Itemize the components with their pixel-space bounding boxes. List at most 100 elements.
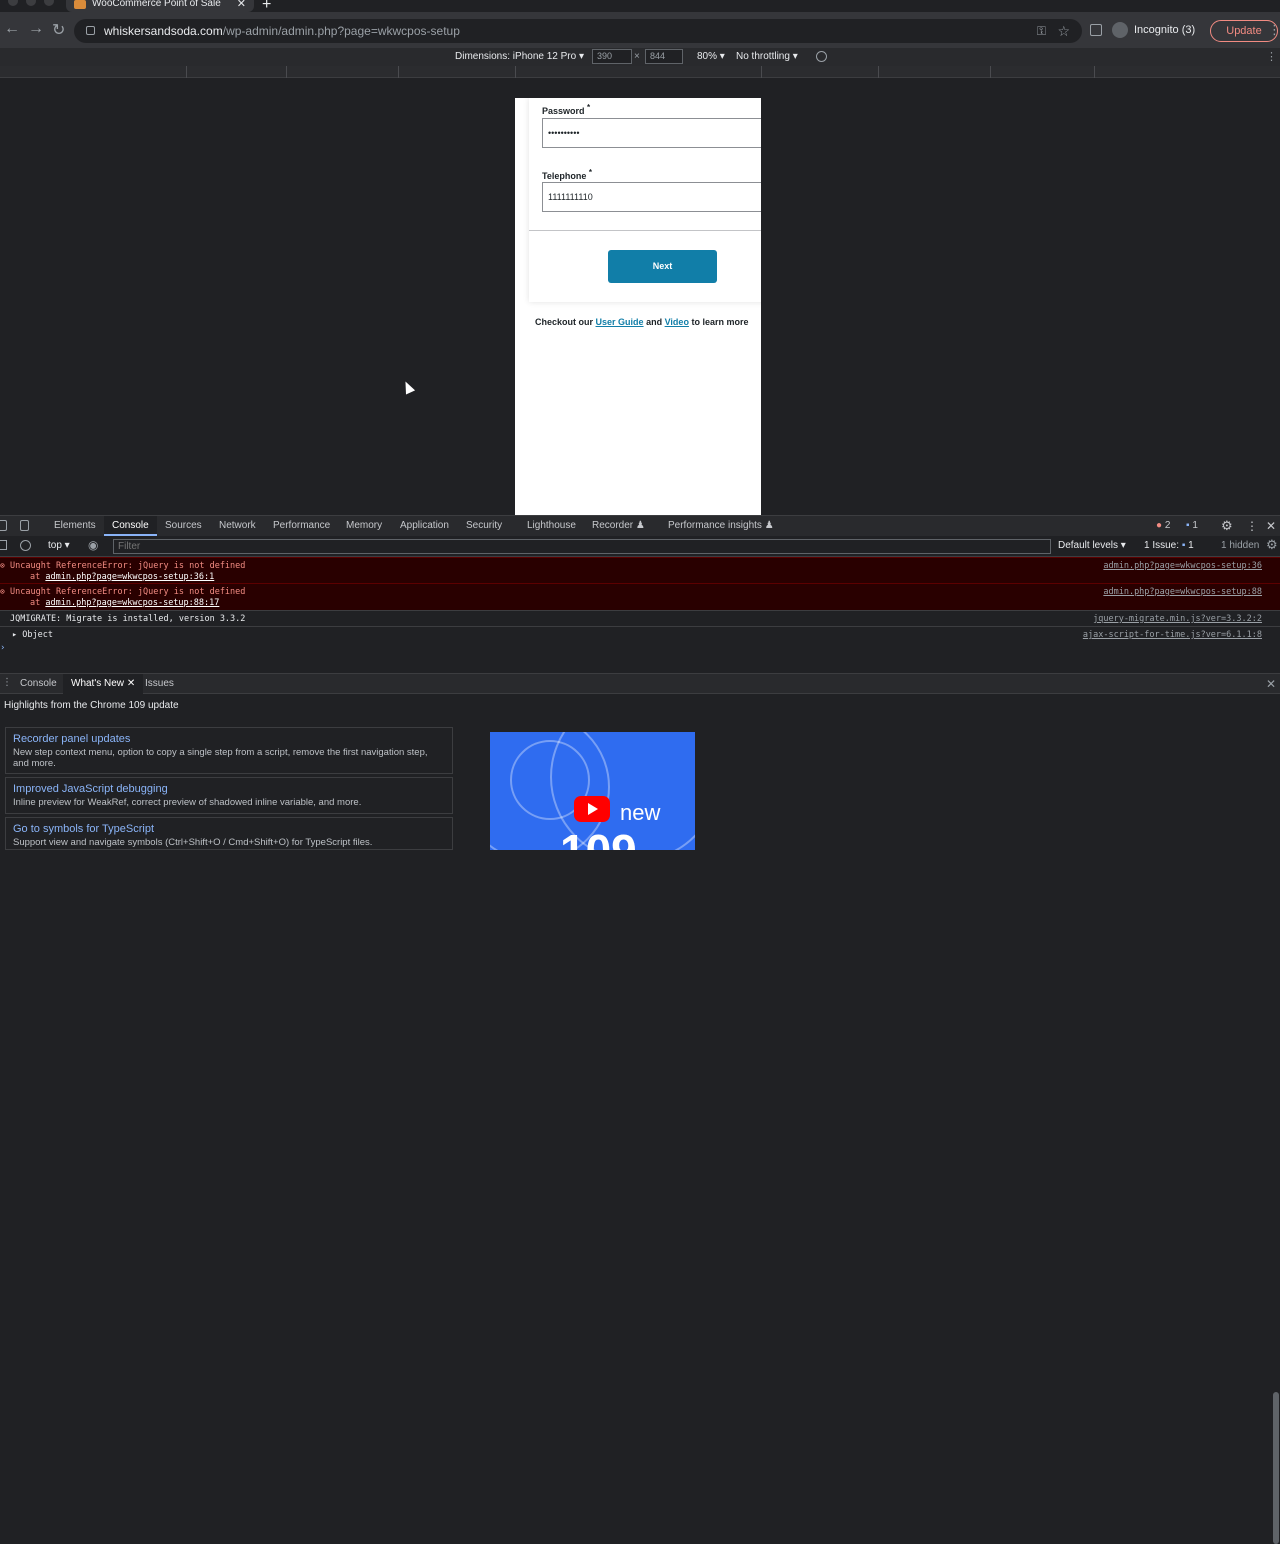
tab-sources[interactable]: Sources: [157, 516, 210, 536]
settings-gear-icon[interactable]: ⚙: [1221, 516, 1233, 536]
console-settings-icon[interactable]: ⚙: [1266, 537, 1278, 553]
throttling-label: No throttling: [736, 51, 790, 62]
tab-lighthouse[interactable]: Lighthouse: [519, 516, 584, 536]
user-guide-link[interactable]: User Guide: [596, 317, 644, 327]
whats-new-card[interactable]: Recorder panel updates New step context …: [5, 727, 453, 774]
video-link[interactable]: Video: [665, 317, 689, 327]
error-count-badge[interactable]: ● 2: [1156, 516, 1170, 536]
forward-icon[interactable]: →: [28, 20, 44, 38]
password-input[interactable]: ••••••••••: [542, 118, 761, 148]
tab-security[interactable]: Security: [458, 516, 510, 536]
error-icon: ●: [1156, 520, 1163, 531]
whats-new-title: Highlights from the Chrome 109 update: [4, 700, 179, 711]
throttling-select[interactable]: No throttling ▾: [736, 51, 798, 62]
key-icon[interactable]: ⚿: [1037, 19, 1046, 43]
rotate-icon[interactable]: [816, 51, 827, 62]
tab-elements[interactable]: Elements: [46, 516, 104, 536]
drawer-scrollbar[interactable]: [1273, 1392, 1279, 1544]
card-description: Support view and navigate symbols (Ctrl+…: [13, 837, 373, 848]
chrome-109-video-thumbnail[interactable]: new 109: [490, 732, 695, 850]
source-link[interactable]: admin.php?page=wkwcpos-setup:88: [1103, 587, 1262, 597]
context-select[interactable]: top ▾: [48, 540, 70, 551]
tab-console[interactable]: Console: [104, 516, 157, 536]
device-toolbar: Dimensions: iPhone 12 Pro ▾ 390 × 844 80…: [0, 48, 1280, 66]
tab-network[interactable]: Network: [211, 516, 264, 536]
tab-title: WooCommerce Point of Sale: [92, 0, 221, 9]
source-link[interactable]: jquery-migrate.min.js?ver=3.3.2:2: [1093, 614, 1262, 624]
close-devtools-icon[interactable]: ✕: [1266, 516, 1276, 536]
eye-icon[interactable]: ◉: [88, 538, 98, 552]
whats-new-card[interactable]: Go to symbols for TypeScript Support vie…: [5, 817, 453, 850]
log-levels-select[interactable]: Default levels ▾: [1058, 540, 1126, 551]
side-panel-icon[interactable]: [1090, 24, 1102, 36]
drawer-tab-issues[interactable]: Issues: [137, 674, 182, 694]
drawer-tabbar: ⋮ Console What's New ✕ Issues ✕: [0, 673, 1280, 694]
drawer-tab-whats-new[interactable]: What's New ✕: [63, 674, 144, 694]
tab-performance-insights[interactable]: Performance insights ♟: [660, 516, 782, 536]
card-title[interactable]: Improved JavaScript debugging: [13, 783, 445, 795]
source-link[interactable]: admin.php?page=wkwcpos-setup:36: [1103, 561, 1262, 571]
device-toggle-icon[interactable]: [20, 520, 29, 531]
lock-icon[interactable]: [86, 26, 95, 35]
device-toolbar-menu-icon[interactable]: ⋮: [1266, 50, 1277, 63]
console-log-row[interactable]: ▸ Object ajax-script-for-time.js?ver=6.1…: [0, 626, 1280, 642]
whats-new-card[interactable]: Improved JavaScript debugging Inline pre…: [5, 777, 453, 814]
bookmark-star-icon[interactable]: ☆: [1057, 19, 1070, 43]
tab-recorder[interactable]: Recorder ♟: [584, 516, 653, 536]
reload-icon[interactable]: ↻: [52, 20, 65, 40]
card-description: New step context menu, option to copy a …: [13, 747, 428, 769]
incognito-avatar-icon: [1112, 22, 1128, 38]
promo-version-number: 109: [560, 824, 637, 850]
drawer-tab-console[interactable]: Console: [12, 674, 65, 694]
address-bar[interactable]: whiskersandsoda.com/wp-admin/admin.php?p…: [74, 19, 1082, 43]
card-description: Inline preview for WeakRef, correct prev…: [13, 797, 362, 808]
dimensions-label: Dimensions: iPhone 12 Pro: [455, 51, 577, 62]
device-width-input[interactable]: 390: [592, 49, 632, 64]
times-icon: ×: [634, 51, 640, 62]
incognito-indicator[interactable]: Incognito (3): [1112, 22, 1195, 38]
console-prompt-icon[interactable]: ›: [0, 643, 5, 653]
telephone-input[interactable]: 1111111110: [542, 182, 761, 212]
message-count-badge[interactable]: ▪ 1: [1186, 516, 1198, 536]
error-icon: ⊗: [0, 587, 5, 596]
source-link[interactable]: ajax-script-for-time.js?ver=6.1.1:8: [1083, 630, 1262, 640]
console-output: ⊗ Uncaught ReferenceError: jQuery is not…: [0, 557, 1280, 673]
message-icon: ▪: [1186, 520, 1190, 531]
stack-link[interactable]: admin.php?page=wkwcpos-setup:88:17: [45, 598, 219, 608]
card-title[interactable]: Recorder panel updates: [13, 733, 445, 745]
incognito-label: Incognito (3): [1134, 24, 1196, 36]
password-label: Password *: [542, 103, 591, 116]
media-query-ruler[interactable]: [0, 66, 1280, 78]
youtube-play-icon[interactable]: [574, 796, 610, 822]
form-divider: [529, 230, 761, 231]
dimensions-select[interactable]: Dimensions: iPhone 12 Pro ▾: [455, 51, 584, 62]
device-height-input[interactable]: 844: [645, 49, 683, 64]
devtools-menu-icon[interactable]: ⋮: [1246, 516, 1258, 536]
back-icon[interactable]: ←: [4, 20, 20, 38]
telephone-label: Telephone *: [542, 168, 592, 181]
issues-button[interactable]: 1 Issue: ▪ 1: [1144, 540, 1194, 551]
url-host: whiskersandsoda.com: [104, 24, 223, 38]
console-filter-input[interactable]: [113, 539, 1051, 554]
zoom-select[interactable]: 80% ▾: [697, 51, 725, 62]
sidebar-toggle-icon[interactable]: [0, 540, 7, 550]
clear-console-icon[interactable]: [20, 540, 31, 551]
error-icon: ⊗: [0, 561, 5, 570]
card-title[interactable]: Go to symbols for TypeScript: [13, 823, 445, 835]
browser-tab[interactable]: WooCommerce Point of Sale ✕: [66, 0, 254, 12]
tab-application[interactable]: Application: [392, 516, 457, 536]
close-drawer-icon[interactable]: ✕: [1266, 677, 1276, 691]
tab-memory[interactable]: Memory: [338, 516, 390, 536]
stack-link[interactable]: admin.php?page=wkwcpos-setup:36:1: [45, 572, 214, 582]
url-path: /wp-admin/admin.php?page=wkwcpos-setup: [222, 24, 460, 38]
close-tab-icon[interactable]: ✕: [237, 0, 246, 10]
drawer-menu-icon[interactable]: ⋮: [2, 677, 12, 688]
browser-menu-icon[interactable]: ⋮: [1268, 22, 1280, 38]
browser-tabstrip: WooCommerce Point of Sale ✕ +: [0, 0, 1280, 13]
window-controls: [8, 0, 54, 6]
console-error-row: ⊗ Uncaught ReferenceError: jQuery is not…: [0, 557, 1280, 583]
inspect-element-icon[interactable]: [0, 520, 7, 531]
promo-new-text: new: [620, 800, 661, 825]
next-button[interactable]: Next: [608, 250, 717, 283]
tab-performance[interactable]: Performance: [265, 516, 338, 536]
